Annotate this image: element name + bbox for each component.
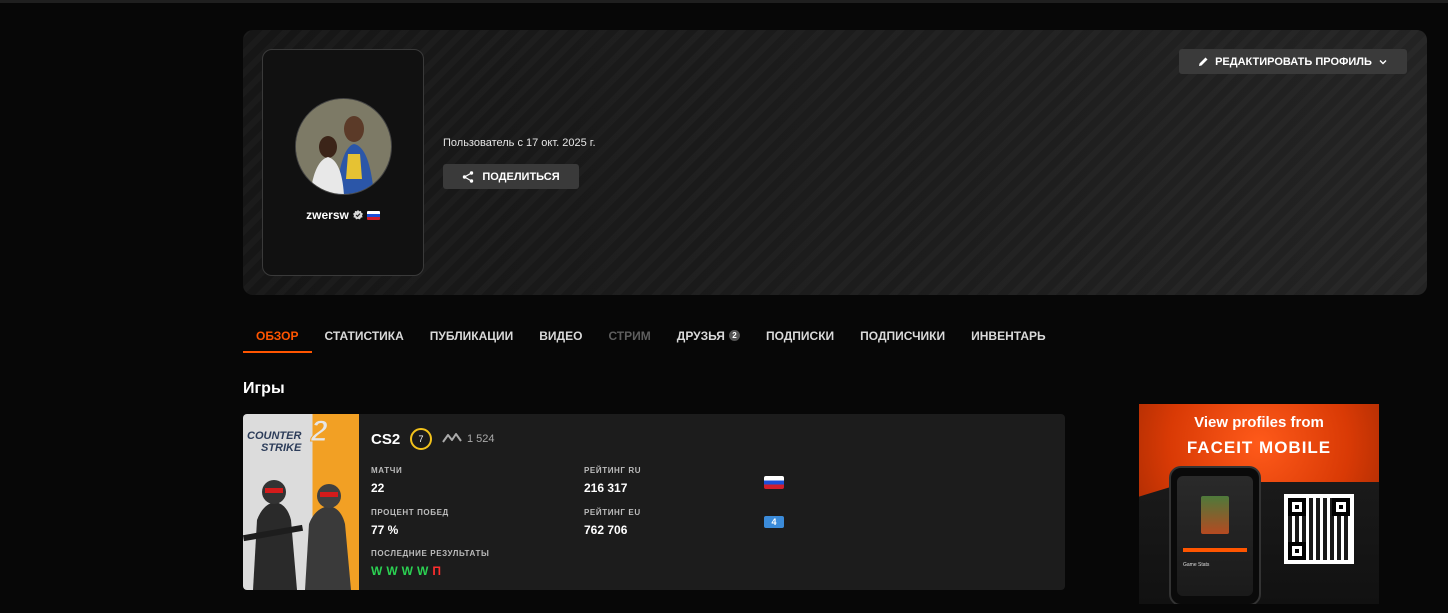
profile-tabs: ОБЗОР СТАТИСТИКА ПУБЛИКАЦИИ ВИДЕО СТРИМ … bbox=[243, 321, 1059, 353]
russia-flag-icon bbox=[764, 476, 784, 489]
tab-label: ИНВЕНТАРЬ bbox=[971, 328, 1046, 343]
rating-ru-label: РЕЙТИНГ RU bbox=[584, 466, 642, 475]
tab-friends[interactable]: ДРУЗЬЯ 2 bbox=[664, 321, 753, 351]
result-item: W bbox=[416, 564, 429, 578]
cs2-cover-art: COUNTER STRIKE 2 bbox=[243, 414, 359, 590]
logo-number: 2 bbox=[311, 415, 329, 448]
tab-label: ПОДПИСКИ bbox=[765, 328, 835, 343]
winrate-value: 77 % bbox=[371, 523, 399, 537]
elo-trend-icon bbox=[442, 433, 462, 443]
tab-video[interactable]: ВИДЕО bbox=[526, 321, 595, 351]
games-section-title: Игры bbox=[243, 380, 285, 397]
elo-value: 1 524 bbox=[467, 433, 495, 445]
pencil-icon bbox=[1199, 57, 1208, 66]
logo-line2: STRIKE bbox=[261, 442, 302, 454]
member-since: Пользователь с 17 окт. 2025 г. bbox=[443, 137, 596, 149]
qr-corner bbox=[1332, 498, 1350, 516]
tab-overview[interactable]: ОБЗОР bbox=[243, 321, 312, 353]
username-row: zwersw bbox=[262, 208, 424, 222]
phone-art bbox=[1201, 496, 1229, 534]
matches-value: 22 bbox=[371, 481, 385, 495]
russia-flag-icon bbox=[366, 210, 380, 220]
avatar-photo bbox=[296, 99, 391, 194]
username[interactable]: zwersw bbox=[306, 208, 349, 222]
winrate-label: ПРОЦЕНТ ПОБЕД bbox=[371, 508, 449, 517]
verified-badge-icon bbox=[352, 210, 363, 220]
result-item: W bbox=[401, 564, 413, 578]
tab-label: ВИДЕО bbox=[539, 328, 583, 343]
tab-subscribers[interactable]: ПОДПИСЧИКИ bbox=[847, 321, 958, 351]
share-button-label: ПОДЕЛИТЬСЯ bbox=[482, 170, 560, 183]
ad-brand: FACEIT MOBILE bbox=[1186, 438, 1332, 457]
friends-count-badge: 2 bbox=[728, 330, 740, 341]
skill-level-badge: 7 bbox=[410, 428, 432, 450]
chevron-down-icon bbox=[1379, 59, 1387, 64]
game-card-cs2[interactable]: COUNTER STRIKE 2 bbox=[243, 414, 1065, 590]
tab-statistics[interactable]: СТАТИСТИКА bbox=[312, 321, 417, 351]
qr-corner bbox=[1288, 542, 1306, 560]
qr-code-icon bbox=[1284, 494, 1354, 564]
result-item: W bbox=[386, 564, 398, 578]
tab-label: ПУБЛИКАЦИИ bbox=[429, 328, 514, 343]
share-button[interactable]: ПОДЕЛИТЬСЯ bbox=[443, 164, 579, 189]
logo-line1: COUNTER bbox=[247, 430, 302, 442]
tab-label: ОБЗОР bbox=[256, 328, 299, 343]
tab-label: СТАТИСТИКА bbox=[324, 328, 404, 343]
qr-corner bbox=[1288, 498, 1306, 516]
tab-publications[interactable]: ПУБЛИКАЦИИ bbox=[417, 321, 526, 351]
ad-headline: View profiles from bbox=[1194, 414, 1324, 431]
edit-profile-label: РЕДАКТИРОВАТЬ ПРОФИЛЬ bbox=[1215, 55, 1372, 68]
rating-ru-value[interactable]: 216 317 bbox=[584, 481, 627, 495]
share-icon bbox=[463, 170, 474, 183]
recent-results-label: ПОСЛЕДНИЕ РЕЗУЛЬТАТЫ bbox=[371, 549, 490, 558]
eu-region-icon: 4 bbox=[764, 516, 784, 528]
avatar[interactable] bbox=[295, 98, 392, 195]
tab-label: ПОДПИСЧИКИ bbox=[860, 328, 946, 343]
top-border bbox=[0, 0, 1448, 3]
game-name: CS2 bbox=[371, 431, 401, 448]
edit-profile-button[interactable]: РЕДАКТИРОВАТЬ ПРОФИЛЬ bbox=[1179, 49, 1407, 74]
result-item: П bbox=[432, 564, 441, 578]
tab-subscriptions[interactable]: ПОДПИСКИ bbox=[753, 321, 847, 351]
rating-eu-label: РЕЙТИНГ EU bbox=[584, 508, 641, 517]
tab-inventory[interactable]: ИНВЕНТАРЬ bbox=[958, 321, 1059, 351]
cs2-soldiers-illustration bbox=[243, 480, 351, 590]
result-item: W bbox=[371, 564, 383, 578]
phone-mockup: Game Stats bbox=[1169, 466, 1261, 604]
tab-label: СТРИМ bbox=[608, 328, 651, 343]
phone-screen: Game Stats bbox=[1177, 476, 1253, 596]
tab-label: ДРУЗЬЯ bbox=[676, 328, 725, 343]
rating-eu-value[interactable]: 762 706 bbox=[584, 523, 627, 537]
recent-results: W W W W П bbox=[371, 564, 441, 578]
cs2-logo: COUNTER STRIKE 2 bbox=[247, 416, 357, 454]
phone-caption: Game Stats bbox=[1183, 562, 1210, 568]
matches-label: МАТЧИ bbox=[371, 466, 403, 475]
tab-stream: СТРИМ bbox=[595, 321, 663, 351]
faceit-mobile-ad[interactable]: View profiles from FACEIT MOBILE Game St… bbox=[1139, 404, 1379, 604]
phone-accent-bar bbox=[1183, 548, 1247, 552]
